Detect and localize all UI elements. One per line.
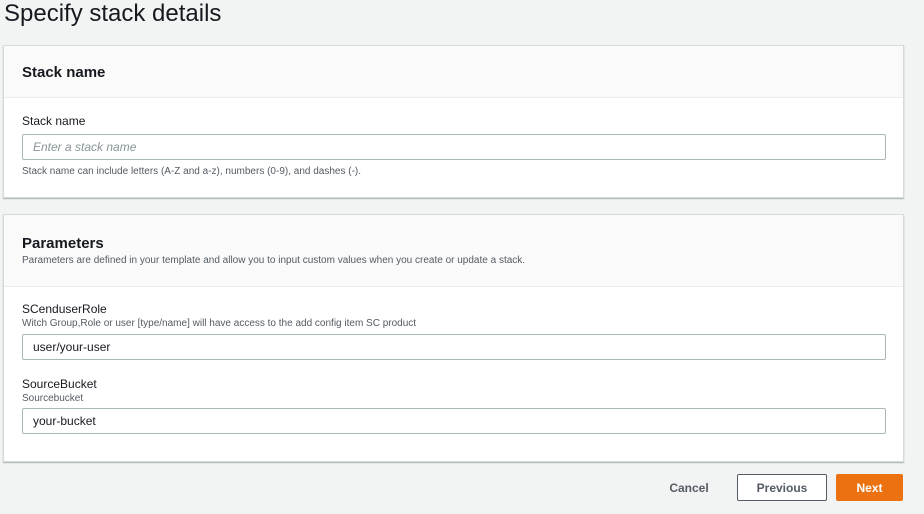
next-button[interactable]: Next <box>836 474 903 501</box>
cancel-button[interactable]: Cancel <box>658 474 720 501</box>
page-title: Specify stack details <box>4 0 222 27</box>
stack-name-panel: Stack name Stack name Stack name can inc… <box>3 45 904 198</box>
stack-name-label: Stack name <box>22 114 86 128</box>
parameters-panel-header: Parameters Parameters are defined in you… <box>4 215 903 287</box>
previous-button[interactable]: Previous <box>737 474 827 501</box>
panel-title: Parameters <box>22 235 104 252</box>
stack-name-hint: Stack name can include letters (A-Z and … <box>22 166 362 177</box>
parameters-description: Parameters are defined in your template … <box>22 255 526 266</box>
param-name: SCenduserRole <box>22 302 107 316</box>
param-name: SourceBucket <box>22 377 97 391</box>
stack-name-input[interactable] <box>22 134 886 160</box>
scenduserrole-input[interactable] <box>22 334 886 360</box>
stack-name-panel-header: Stack name <box>4 46 903 98</box>
param-description: Sourcebucket <box>22 393 84 404</box>
param-description: Witch Group,Role or user [type/name] wil… <box>22 318 417 329</box>
parameters-panel: Parameters Parameters are defined in you… <box>3 214 904 462</box>
sourcebucket-input[interactable] <box>22 408 886 434</box>
panel-title: Stack name <box>22 64 106 81</box>
